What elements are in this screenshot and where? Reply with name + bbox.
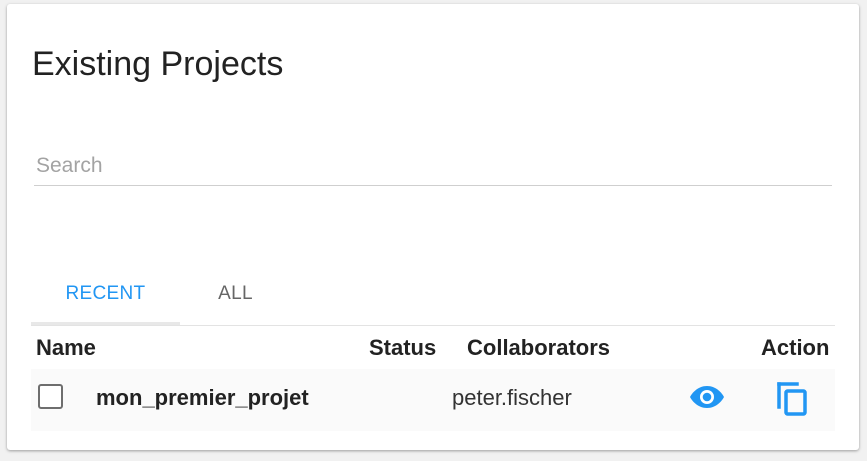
eye-icon[interactable]: [689, 384, 725, 410]
column-header-name: Name: [36, 335, 96, 360]
column-header-action: Action: [761, 335, 830, 360]
project-name[interactable]: mon_premier_projet: [96, 385, 309, 411]
page-title: Existing Projects: [32, 45, 284, 83]
tab-recent[interactable]: RECENT: [31, 264, 180, 325]
tab-bar: RECENT ALL: [31, 264, 835, 326]
collaborator-name: peter.fischer: [452, 385, 572, 410]
tab-all[interactable]: ALL: [161, 264, 310, 324]
projects-card: Existing Projects RECENT ALL Name Status…: [7, 4, 859, 450]
search-field: [34, 149, 834, 186]
column-header-status: Status: [369, 335, 437, 360]
column-header-collaborators: Collaborators: [467, 335, 611, 360]
copy-icon[interactable]: [776, 381, 810, 417]
table-row: mon_premier_projet peter.fischer: [31, 369, 835, 431]
search-input[interactable]: [34, 149, 834, 183]
row-select-checkbox[interactable]: [38, 384, 63, 409]
